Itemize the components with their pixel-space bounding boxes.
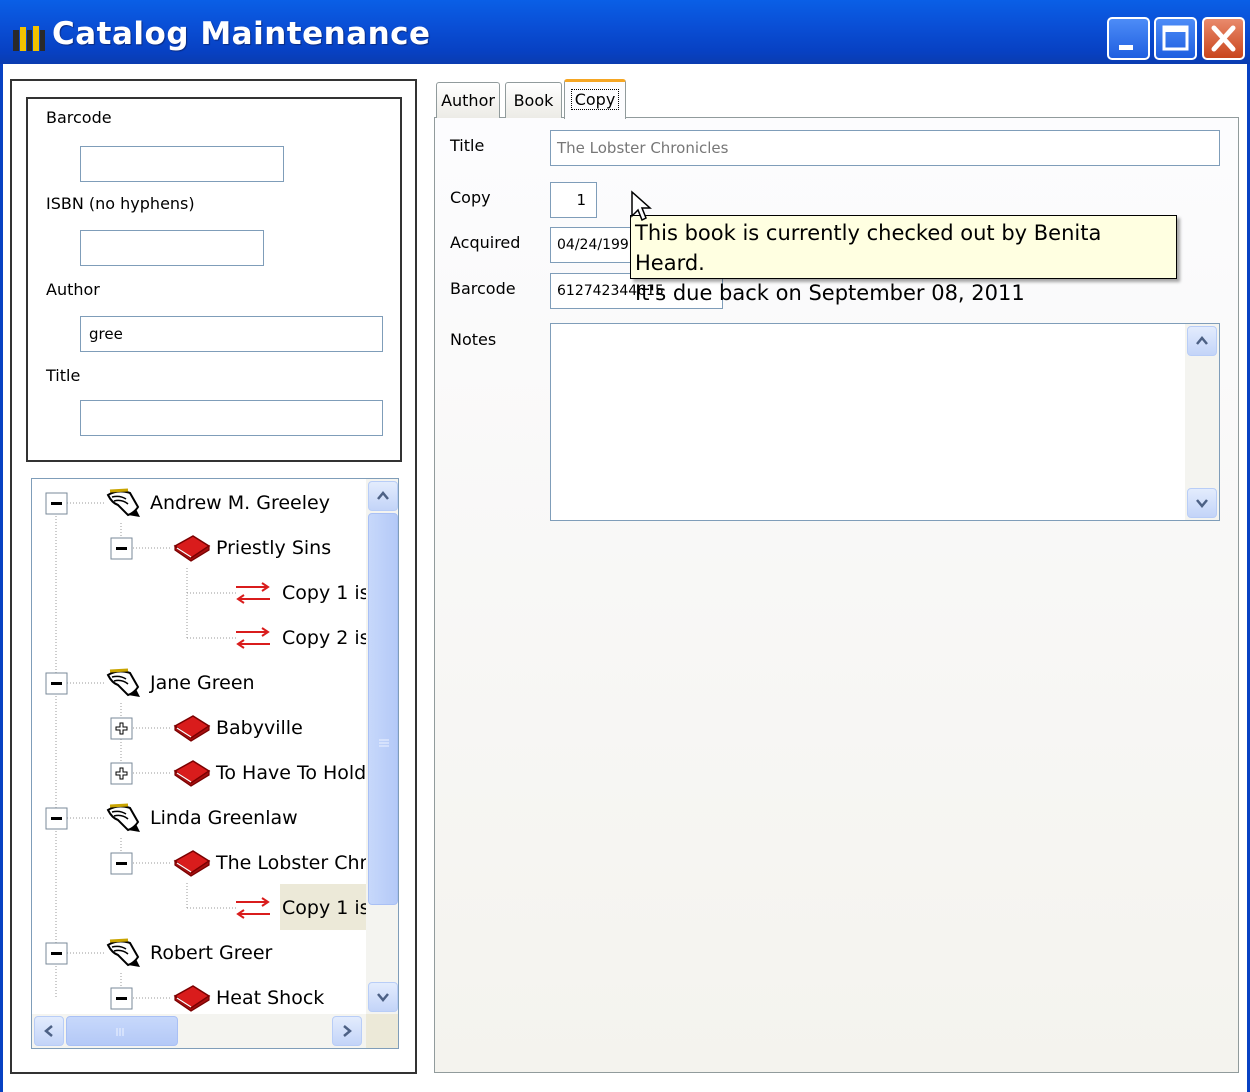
chevron-down-icon xyxy=(1196,499,1208,508)
checkout-tooltip: This book is currently checked out by Be… xyxy=(630,215,1177,305)
copy-number-field[interactable]: 1 xyxy=(550,182,597,218)
scroll-up-button[interactable] xyxy=(368,481,398,511)
tree-node-copy[interactable]: Copy 2 is xyxy=(282,626,366,650)
acquired-label: Acquired xyxy=(450,233,521,252)
tooltip-line-1: This book is currently checked out by Be… xyxy=(635,221,1102,275)
collapse-toggle-icon[interactable] xyxy=(110,987,133,1010)
notes-scroll-up-button[interactable] xyxy=(1187,326,1217,356)
book-icon xyxy=(173,850,211,877)
tree-node-book[interactable]: To Have To Hold xyxy=(216,761,366,785)
author-quill-icon xyxy=(106,668,140,697)
tree-node-author[interactable]: Andrew M. Greeley xyxy=(150,491,330,515)
tree-vertical-scroll-thumb[interactable] xyxy=(368,513,398,905)
author-quill-icon xyxy=(106,938,140,967)
copy-number-label: Copy xyxy=(450,188,491,207)
tree-node-copy-selected[interactable]: Copy 1 is xyxy=(282,896,366,920)
tab-book-label: Book xyxy=(513,91,554,110)
chevron-left-icon xyxy=(44,1025,53,1037)
book-icon xyxy=(173,535,211,562)
author-quill-icon xyxy=(106,803,140,832)
tab-author[interactable]: Author xyxy=(436,82,500,118)
mouse-pointer-icon xyxy=(631,190,652,222)
close-icon xyxy=(1211,25,1236,52)
window-title: Catalog Maintenance xyxy=(52,16,431,52)
book-icon xyxy=(173,985,211,1012)
collapse-toggle-icon[interactable] xyxy=(110,537,133,560)
catalog-tree[interactable]: Andrew M. Greeley Priestly Sins Copy 1 i… xyxy=(31,478,399,1049)
isbn-label: ISBN (no hyphens) xyxy=(46,194,195,213)
close-button[interactable] xyxy=(1202,17,1245,60)
scroll-left-button[interactable] xyxy=(34,1016,64,1046)
expand-toggle-icon[interactable] xyxy=(110,717,133,740)
scrollbar-corner xyxy=(366,1014,398,1048)
chevron-down-icon xyxy=(377,993,389,1002)
tree-node-book[interactable]: Priestly Sins xyxy=(216,536,331,560)
tree-node-author[interactable]: Linda Greenlaw xyxy=(150,806,298,830)
collapse-toggle-icon[interactable] xyxy=(45,807,68,830)
tree-node-author[interactable]: Robert Greer xyxy=(150,941,272,965)
checked-out-arrows-icon xyxy=(236,897,270,919)
author-label: Author xyxy=(46,280,100,299)
scroll-down-button[interactable] xyxy=(368,982,398,1012)
tree-node-author[interactable]: Jane Green xyxy=(150,671,255,695)
maximize-button[interactable] xyxy=(1154,17,1197,60)
maximize-icon xyxy=(1162,25,1189,51)
chevron-up-icon xyxy=(377,491,389,500)
minimize-button[interactable] xyxy=(1107,17,1150,60)
tab-copy-label: Copy xyxy=(570,89,620,110)
library-books-icon xyxy=(13,26,45,51)
collapse-toggle-icon[interactable] xyxy=(45,492,68,515)
tab-copy[interactable]: Copy xyxy=(564,79,626,119)
copy-barcode-label: Barcode xyxy=(450,279,516,298)
chevron-up-icon xyxy=(1196,336,1208,345)
chevron-right-icon xyxy=(343,1025,352,1037)
tree-node-copy[interactable]: Copy 1 is xyxy=(282,581,366,605)
title-bar[interactable]: Catalog Maintenance xyxy=(0,0,1250,64)
tree-horizontal-scroll-thumb[interactable] xyxy=(66,1016,178,1046)
checked-out-arrows-icon xyxy=(236,582,270,604)
tab-author-label: Author xyxy=(441,91,495,110)
collapse-toggle-icon[interactable] xyxy=(45,672,68,695)
grip-icon xyxy=(379,739,389,747)
tree-viewport: Andrew M. Greeley Priestly Sins Copy 1 i… xyxy=(32,479,366,1014)
collapse-toggle-icon[interactable] xyxy=(110,852,133,875)
checked-out-arrows-icon xyxy=(236,627,270,649)
tree-node-book[interactable]: The Lobster Chr xyxy=(216,851,366,875)
tree-node-book[interactable]: Babyville xyxy=(216,716,303,740)
notes-scroll-down-button[interactable] xyxy=(1187,488,1217,518)
tree-node-book[interactable]: Heat Shock xyxy=(216,986,324,1010)
barcode-label: Barcode xyxy=(46,108,112,127)
copy-title-label: Title xyxy=(450,136,485,155)
scroll-right-button[interactable] xyxy=(332,1016,362,1046)
book-icon xyxy=(173,760,211,787)
collapse-toggle-icon[interactable] xyxy=(45,942,68,965)
copy-title-field: The Lobster Chronicles xyxy=(550,130,1220,166)
notes-label: Notes xyxy=(450,330,497,349)
author-quill-icon xyxy=(106,488,140,517)
barcode-search-input[interactable] xyxy=(80,146,284,182)
author-search-input[interactable] xyxy=(80,316,383,352)
tab-book[interactable]: Book xyxy=(505,82,562,118)
title-label: Title xyxy=(46,366,81,385)
window-frame-left xyxy=(0,64,3,1092)
title-search-input[interactable] xyxy=(80,400,383,436)
grip-icon xyxy=(116,1028,124,1036)
expand-toggle-icon[interactable] xyxy=(110,762,133,785)
minimize-icon xyxy=(1119,45,1133,50)
tooltip-line-2: It's due back on September 08, 2011 xyxy=(635,281,1025,305)
isbn-search-input[interactable] xyxy=(80,230,264,266)
notes-textarea[interactable] xyxy=(550,323,1220,521)
book-icon xyxy=(173,715,211,742)
